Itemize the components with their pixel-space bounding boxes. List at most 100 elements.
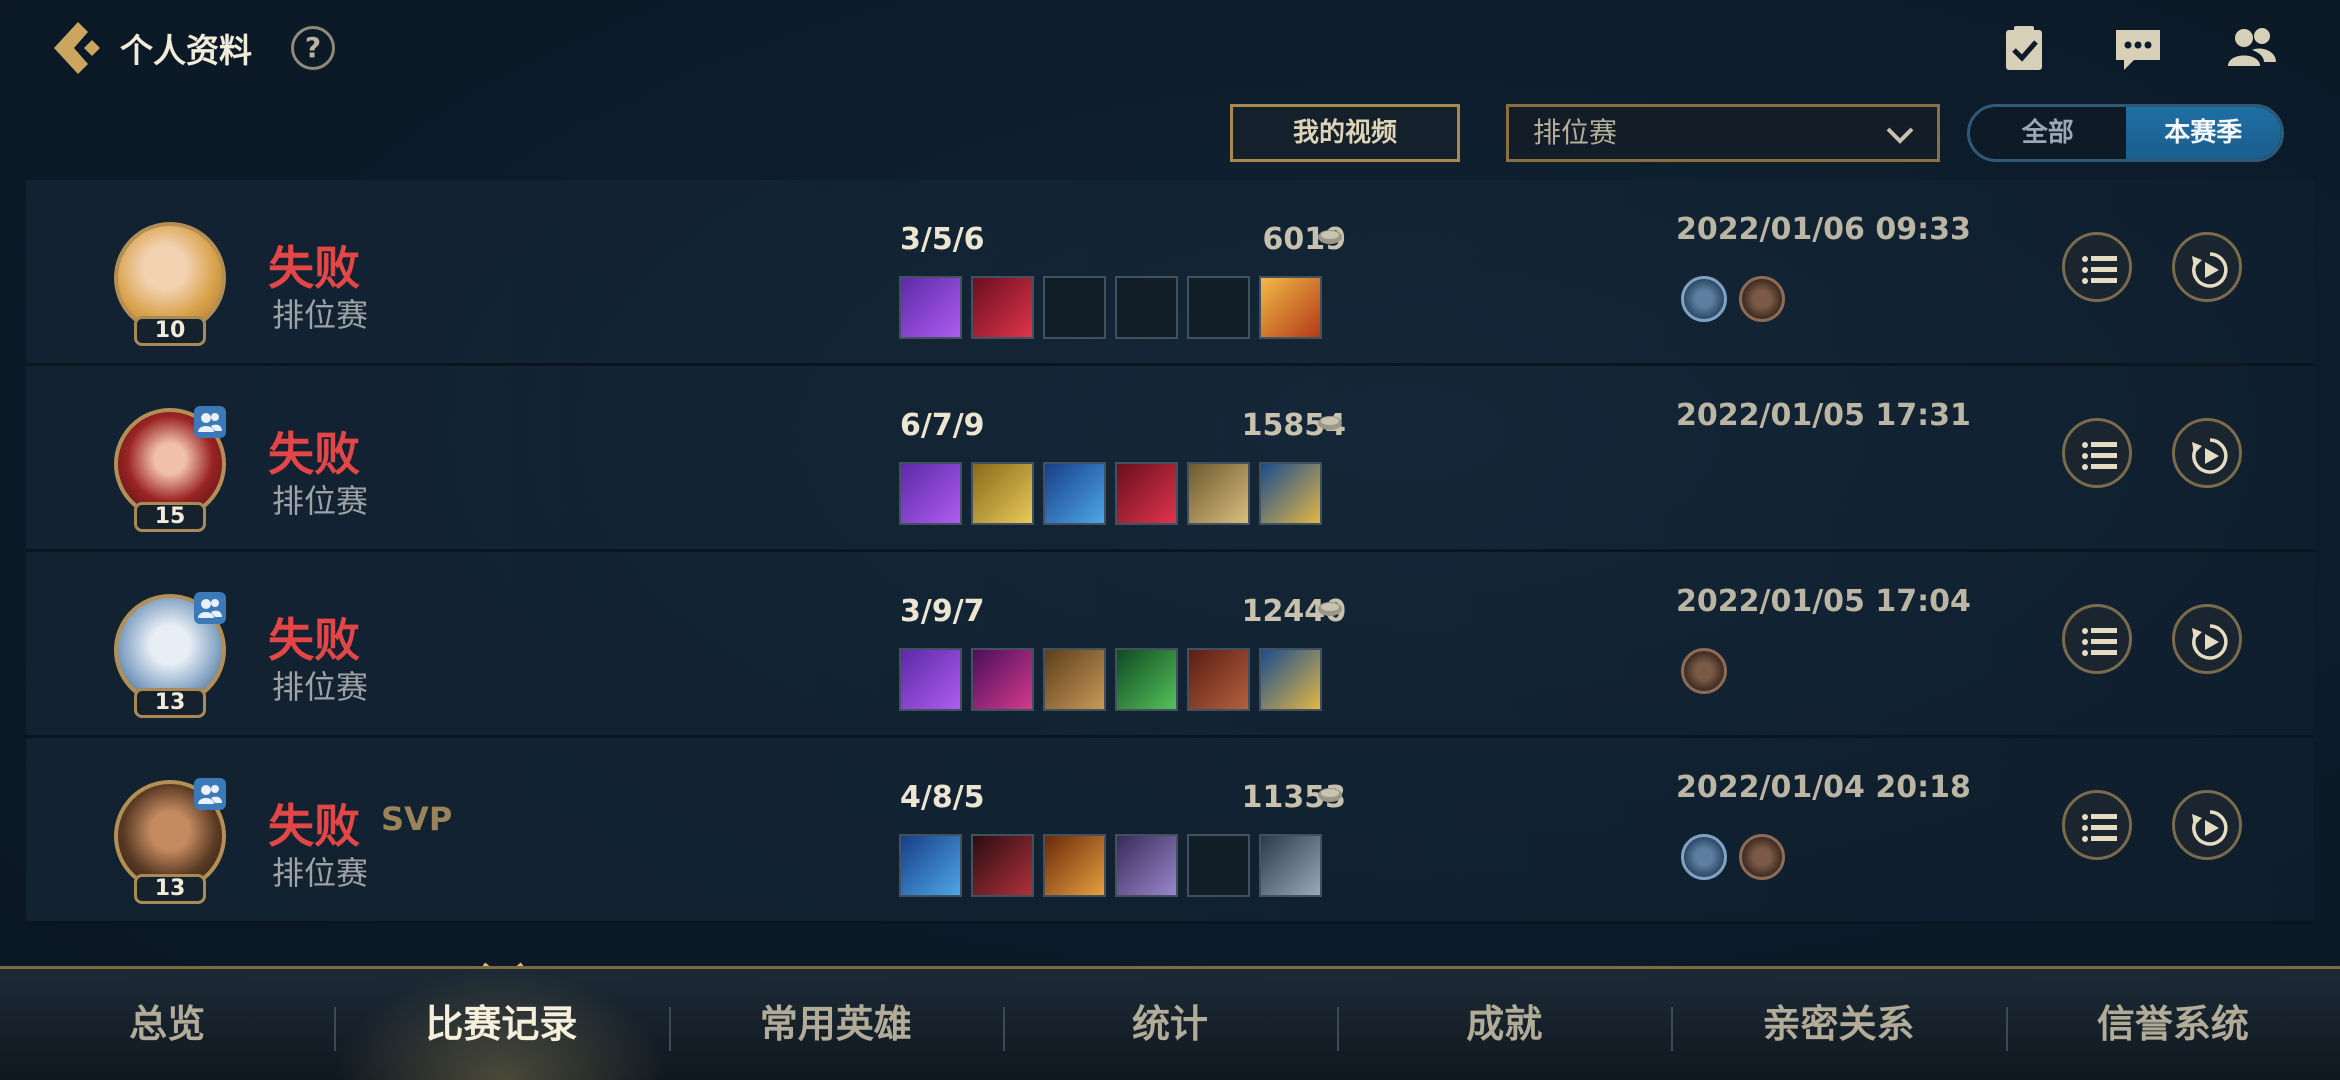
gold-coin-icon: [1318, 788, 1342, 802]
kda: 3/5/6: [900, 222, 985, 257]
item-icon: [971, 462, 1034, 525]
medals: [1681, 276, 1785, 322]
chevron-down-icon: [1886, 127, 1914, 144]
checklist-icon[interactable]: [1998, 22, 2050, 74]
nav-tab[interactable]: 常用英雄: [668, 969, 1003, 1080]
match-mode: 排位赛: [272, 854, 369, 892]
item-icon: [1043, 648, 1106, 711]
item-slots: [899, 648, 1322, 711]
item-icon: [971, 834, 1034, 897]
game-mode-dropdown[interactable]: 排位赛: [1506, 104, 1940, 162]
match-result: 失败: [268, 613, 360, 667]
item-icon: [1187, 462, 1250, 525]
item-icon: [1115, 648, 1178, 711]
replay-button[interactable]: [2172, 418, 2242, 488]
nav-tab[interactable]: 信誉系统: [2005, 969, 2340, 1080]
item-icon: [1259, 648, 1322, 711]
match-detail-button[interactable]: [2062, 418, 2132, 488]
item-icon: [1259, 276, 1322, 339]
list-icon: [2082, 628, 2117, 656]
nav-tab[interactable]: 成就: [1337, 969, 1671, 1080]
replay-button[interactable]: [2172, 604, 2242, 674]
empty-item-slot: [1187, 834, 1250, 897]
item-icon: [1043, 834, 1106, 897]
item-icon: [899, 648, 962, 711]
game-mode-selected: 排位赛: [1533, 116, 1618, 149]
match-row[interactable]: 15 失败 排位赛 6/7/9 15854 2022/01/05 17:31: [26, 366, 2314, 552]
nav-tab[interactable]: 总览: [0, 969, 334, 1080]
medal-icon: [1681, 276, 1727, 322]
item-slots: [899, 834, 1322, 897]
medal-icon: [1681, 648, 1727, 694]
item-icon: [1115, 834, 1178, 897]
champion-level: 13: [134, 688, 206, 718]
help-icon[interactable]: ?: [291, 26, 335, 70]
back-arrow-icon[interactable]: [48, 18, 106, 78]
gold-coin-icon: [1318, 602, 1342, 616]
empty-item-slot: [1043, 276, 1106, 339]
match-row[interactable]: 13 失败 排位赛 3/9/7 12440 2022/01/05 17:04: [26, 552, 2314, 738]
replay-button[interactable]: [2172, 232, 2242, 302]
champion-level: 10: [134, 316, 206, 346]
friends-icon[interactable]: [2226, 22, 2278, 74]
party-icon: [194, 406, 226, 438]
match-datetime: 2022/01/05 17:31: [1676, 398, 1971, 433]
item-icon: [1259, 462, 1322, 525]
medals: [1681, 834, 1785, 880]
my-videos-button[interactable]: 我的视频: [1230, 104, 1460, 162]
item-icon: [1115, 462, 1178, 525]
party-icon: [194, 592, 226, 624]
champion-level: 15: [134, 502, 206, 532]
replay-icon: [2192, 252, 2228, 288]
match-detail-button[interactable]: [2062, 232, 2132, 302]
match-mode: 排位赛: [272, 482, 369, 520]
kda: 3/9/7: [900, 594, 985, 629]
match-result: 失败: [268, 241, 360, 295]
kda: 4/8/5: [900, 780, 985, 815]
match-row[interactable]: 10 失败 排位赛 3/5/6 6019 2022/01/06 09:33: [26, 180, 2314, 366]
replay-icon: [2192, 810, 2228, 846]
party-icon: [194, 778, 226, 810]
nav-tab[interactable]: 亲密关系: [1671, 969, 2005, 1080]
bottom-nav: 总览 比赛记录 常用英雄 统计 成就 亲密关系 信誉系统: [0, 966, 2340, 1080]
replay-icon: [2192, 438, 2228, 474]
medal-icon: [1739, 834, 1785, 880]
match-detail-button[interactable]: [2062, 604, 2132, 674]
list-icon: [2082, 442, 2117, 470]
nav-tab[interactable]: 统计: [1002, 969, 1337, 1080]
match-datetime: 2022/01/04 20:18: [1676, 770, 1971, 805]
medal-icon: [1739, 276, 1785, 322]
replay-button[interactable]: [2172, 790, 2242, 860]
list-icon: [2082, 256, 2117, 284]
medals: [1681, 648, 1727, 694]
match-detail-button[interactable]: [2062, 790, 2132, 860]
match-mode: 排位赛: [272, 668, 369, 706]
top-bar: 个人资料 ?: [0, 0, 2340, 100]
gold-coin-icon: [1318, 230, 1342, 244]
replay-icon: [2192, 624, 2228, 660]
item-icon: [899, 462, 962, 525]
match-result: 失败: [268, 799, 360, 853]
season-toggle[interactable]: 全部 本赛季: [1967, 104, 2284, 162]
match-datetime: 2022/01/06 09:33: [1676, 212, 1971, 247]
item-icon: [899, 834, 962, 897]
gold-coin-icon: [1318, 416, 1342, 430]
item-icon: [1043, 462, 1106, 525]
match-datetime: 2022/01/05 17:04: [1676, 584, 1971, 619]
item-icon: [899, 276, 962, 339]
match-result: 失败: [268, 427, 360, 481]
toggle-this-season[interactable]: 本赛季: [2125, 107, 2281, 159]
match-list: 10 失败 排位赛 3/5/6 6019 2022/01/06 09:33 15 失败 排位赛 6…: [26, 180, 2314, 924]
item-slots: [899, 462, 1322, 525]
empty-item-slot: [1187, 276, 1250, 339]
item-slots: [899, 276, 1322, 339]
chat-icon[interactable]: [2112, 22, 2164, 74]
item-icon: [1187, 648, 1250, 711]
page-title: 个人资料: [120, 31, 252, 70]
empty-item-slot: [1115, 276, 1178, 339]
list-icon: [2082, 814, 2117, 842]
nav-tab[interactable]: 比赛记录: [334, 969, 669, 1080]
item-icon: [971, 276, 1034, 339]
match-row[interactable]: 13 失败 SVP 排位赛 4/8/5 11353 2022/01/04 20:18: [26, 738, 2314, 924]
toggle-all[interactable]: 全部: [1970, 107, 2126, 159]
